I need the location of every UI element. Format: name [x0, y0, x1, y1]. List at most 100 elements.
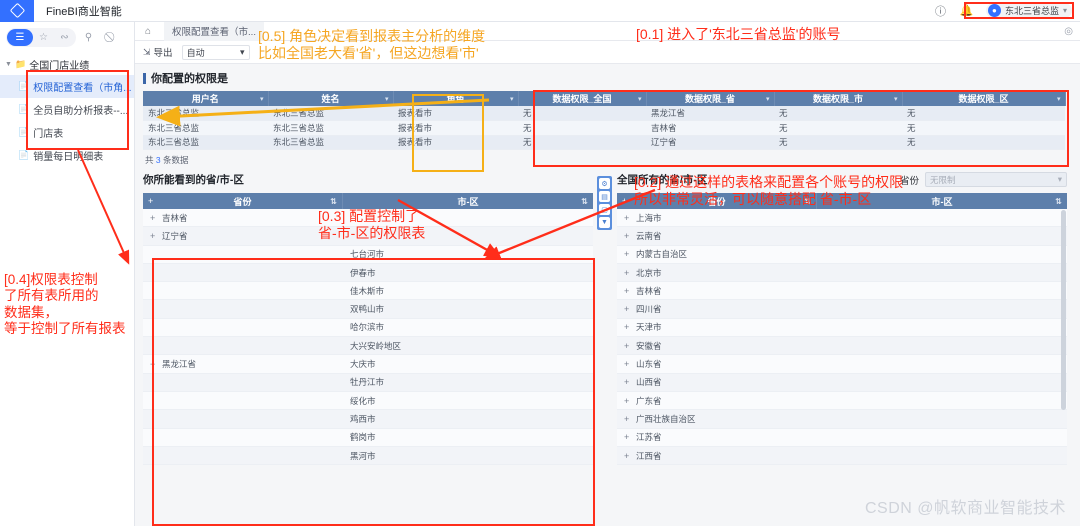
- permission-table-title: 你配置的权限是: [143, 70, 1065, 86]
- collapse-icon[interactable]: ▼: [599, 217, 610, 228]
- right-tree-row[interactable]: + 江苏省: [617, 428, 1067, 447]
- right-tree-scrollbar[interactable]: [1061, 210, 1066, 464]
- plus-icon[interactable]: +: [622, 196, 627, 206]
- plus-icon[interactable]: +: [624, 396, 631, 406]
- right-tree-province-label: 广东省: [636, 395, 662, 406]
- left-tree-province-cell: + 吉林省: [143, 212, 343, 224]
- left-col-city[interactable]: 市-区 ⇅: [343, 193, 593, 209]
- right-tree-province-label: 山西省: [636, 377, 662, 388]
- chart-icon[interactable]: ▤: [599, 191, 610, 202]
- plus-icon[interactable]: +: [624, 377, 631, 387]
- right-tree-province-cell: + 四川省: [617, 303, 817, 315]
- chevron-down-icon: ▾: [240, 46, 245, 57]
- right-tree-row[interactable]: + 广东省: [617, 391, 1067, 411]
- home-icon[interactable]: ⌂: [140, 26, 156, 37]
- right-tree-province-label: 内蒙古自治区: [636, 249, 688, 260]
- link-off-icon[interactable]: ⃠: [101, 29, 122, 46]
- right-tree-province-label: 广西壮族自治区: [636, 413, 696, 424]
- document-icon: 📄: [18, 150, 30, 160]
- right-tree-row[interactable]: + 广西壮族自治区: [617, 410, 1067, 429]
- settings-icon[interactable]: ⚙: [599, 178, 610, 189]
- comment-icon[interactable]: ▢: [599, 204, 610, 215]
- right-tree-row[interactable]: + 四川省: [617, 300, 1067, 319]
- permission-table-title-text: 你配置的权限是: [151, 73, 228, 85]
- plus-icon[interactable]: +: [624, 213, 631, 223]
- province-filter-select[interactable]: 无限制 ▾: [925, 172, 1067, 187]
- right-tree-row[interactable]: + 北京市: [617, 263, 1067, 283]
- scroll-thumb[interactable]: [1061, 210, 1066, 410]
- plus-icon[interactable]: +: [624, 268, 631, 278]
- sort-icon: ⇅: [581, 196, 588, 206]
- plus-icon[interactable]: +: [624, 451, 631, 461]
- right-tree-row[interactable]: + 上海市: [617, 209, 1067, 228]
- floating-vertical-toolbar: ⚙ ▤ ▢ ▼: [597, 176, 612, 230]
- plus-icon[interactable]: +: [148, 196, 153, 206]
- plus-icon[interactable]: +: [624, 359, 631, 369]
- diamond-logo-icon: [9, 2, 25, 19]
- right-tree-province-cell: + 安徽省: [617, 340, 817, 352]
- right-tree-province-cell: + 江苏省: [617, 431, 817, 443]
- tab-permission-view[interactable]: 权限配置查看（市...: [164, 21, 264, 41]
- layout-select[interactable]: 自动 ▾: [181, 44, 250, 60]
- plus-icon[interactable]: +: [150, 231, 157, 241]
- right-tree-row[interactable]: + 山东省: [617, 355, 1067, 374]
- col-username[interactable]: 用户名 ▾: [143, 91, 269, 106]
- right-tree-row[interactable]: + 天津市: [617, 318, 1067, 338]
- right-tree-row[interactable]: + 山西省: [617, 373, 1067, 392]
- right-tree-row[interactable]: + 内蒙古自治区: [617, 245, 1067, 264]
- right-tree-rows: + 上海市 + 云南省 + 内蒙古自治区 + 北京市 + 吉林省 + 四川省 + 天津市 + 安徽省 + 山东省 +…: [617, 209, 1067, 466]
- sort-arrow-icon: ▾: [509, 95, 514, 103]
- left-tree-title-text: 你所能看到的省/市-区: [143, 174, 244, 186]
- right-tree-grid: + 省份 ⇅ 市-区 ⇅ + 上海市 + 云南省 + 内蒙古自治区 + 北京市 + 吉林省 + 四川省…: [617, 193, 1067, 466]
- plus-icon[interactable]: +: [624, 231, 631, 241]
- left-tree-province-label: 辽宁省: [162, 230, 188, 241]
- right-tree-row[interactable]: + 江西省: [617, 446, 1067, 466]
- plus-icon[interactable]: +: [624, 432, 631, 442]
- annot-box-user-chip: [964, 2, 1074, 19]
- plus-icon[interactable]: +: [150, 213, 157, 223]
- right-tree-block: 全国所有的省/市-区 省份 无限制 ▾ + 省份 ⇅ 市-区 ⇅ + 上海市 +…: [617, 172, 1067, 466]
- plus-icon[interactable]: +: [624, 249, 631, 259]
- sort-arrow-icon: ▾: [384, 95, 389, 103]
- annotation-0-5: [0.5] 角色决定看到报表主分析的维度 比如全国老大看'省'，但这边想看'市': [258, 28, 486, 62]
- right-tree-province-label: 江苏省: [636, 432, 662, 443]
- col-fullname[interactable]: 姓名 ▾: [268, 91, 394, 106]
- plus-icon[interactable]: +: [624, 304, 631, 314]
- left-col-province[interactable]: + 省份 ⇅: [143, 193, 343, 209]
- plus-icon[interactable]: +: [624, 341, 631, 351]
- right-tree-province-cell: + 天津市: [617, 321, 817, 333]
- right-tree-province-label: 山东省: [636, 359, 662, 370]
- right-tree-province-cell: + 吉林省: [617, 285, 817, 297]
- app-logo[interactable]: [0, 0, 34, 22]
- help-icon[interactable]: ⓘ: [934, 4, 947, 18]
- right-tree-row[interactable]: + 安徽省: [617, 337, 1067, 356]
- plus-icon[interactable]: +: [624, 414, 631, 424]
- right-tree-province-label: 四川省: [636, 304, 662, 315]
- ellipsis-icon[interactable]: ◎: [1064, 26, 1080, 37]
- star-icon[interactable]: ☆: [33, 29, 54, 46]
- right-tree-province-label: 北京市: [636, 267, 662, 278]
- right-tree-province-cell: + 北京市: [617, 267, 817, 279]
- top-bar: FineBI商业智能 ⓘ 🔔 ● 东北三省总监 ▾: [0, 0, 1080, 22]
- search-icon[interactable]: ⚲: [78, 29, 99, 46]
- right-tree-province-cell: + 山西省: [617, 376, 817, 388]
- sidebar-tool-pill: ☰ ☆ ∾: [6, 28, 76, 47]
- annot-box-data-perms: [533, 90, 1069, 167]
- plus-icon[interactable]: +: [624, 322, 631, 332]
- layout-value: 自动: [186, 47, 205, 58]
- right-tree-province-label: 天津市: [636, 322, 662, 333]
- sort-icon: ⇅: [330, 196, 337, 206]
- left-tree-header: + 省份 ⇅ 市-区 ⇅: [143, 193, 593, 209]
- sort-icon: ⇅: [1055, 196, 1062, 206]
- share-icon[interactable]: ∾: [54, 29, 75, 46]
- right-tree-row[interactable]: + 云南省: [617, 227, 1067, 246]
- province-filter: 省份 无限制 ▾: [900, 172, 1067, 187]
- folder-icon: 📁: [15, 59, 27, 69]
- chevron-down-icon: ▼: [5, 61, 12, 68]
- plus-icon[interactable]: +: [624, 286, 631, 296]
- right-tree-row[interactable]: + 吉林省: [617, 282, 1067, 301]
- export-button[interactable]: ⇲ 导出: [143, 45, 173, 60]
- right-tree-province-cell: + 山东省: [617, 358, 817, 370]
- directory-toggle-icon[interactable]: ☰: [7, 29, 33, 46]
- right-tree-province-label: 安徽省: [636, 340, 662, 351]
